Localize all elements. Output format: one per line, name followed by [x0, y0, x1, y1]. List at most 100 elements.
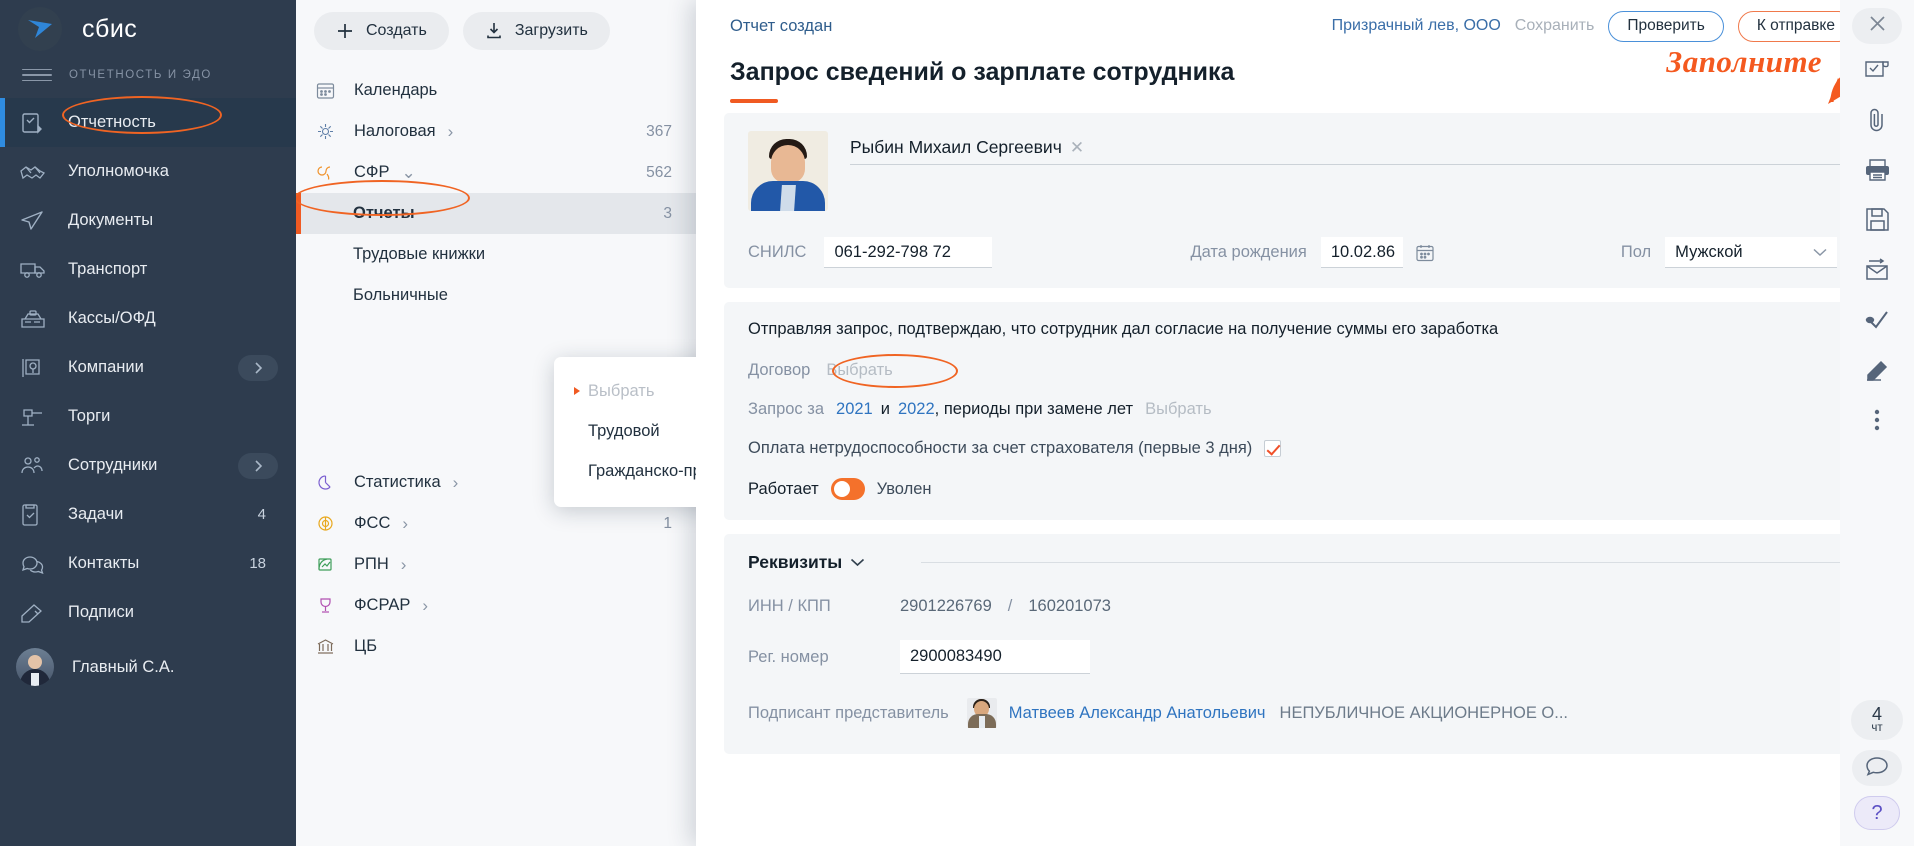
- calendar-icon: [316, 81, 342, 100]
- send-button[interactable]: К отправке: [1737, 10, 1854, 42]
- gavel-icon: [20, 407, 54, 427]
- more-button[interactable]: [1855, 400, 1899, 444]
- sidebar-item-otchetnost[interactable]: Отчетность: [0, 98, 296, 147]
- sickpay-checkbox[interactable]: [1264, 440, 1282, 457]
- sidebar-item-label: Отчетность: [68, 113, 156, 131]
- sidebar-item-zadachi[interactable]: Задачи 4: [0, 490, 296, 539]
- sidebar-item-kontakty[interactable]: Контакты 18: [0, 539, 296, 588]
- employee-card: Рыбин Михаил Сергеевич ✕ СНИЛС 061-292-7…: [724, 113, 1886, 288]
- nav-item-fsrar[interactable]: ФСРАР ›: [296, 585, 696, 626]
- approve-button[interactable]: [1855, 300, 1899, 344]
- nav-subitem-label: Отчеты: [353, 204, 415, 222]
- nav-toolbar: Создать Загрузить: [296, 0, 696, 50]
- download-icon: [485, 22, 503, 40]
- birthdate-label: Дата рождения: [1190, 243, 1307, 261]
- sidebar-subtitle: ОТЧЕТНОСТЬ И ЭДО: [69, 69, 212, 81]
- report-button[interactable]: [1855, 50, 1899, 94]
- popup-placeholder[interactable]: Выбрать: [554, 371, 696, 411]
- sidebar-item-label: Подписи: [68, 603, 134, 621]
- tax-icon: [316, 122, 342, 141]
- kpp-value[interactable]: 160201073: [1028, 597, 1111, 616]
- nav-subitem-trudovye-knizhki[interactable]: Трудовые книжки: [296, 234, 696, 275]
- close-icon[interactable]: ✕: [1070, 138, 1084, 158]
- year-2[interactable]: 2022: [898, 400, 935, 419]
- periods-select-link[interactable]: Выбрать: [1145, 400, 1211, 419]
- popup-option-trudovoy[interactable]: Трудовой: [554, 411, 696, 451]
- edit-button[interactable]: [1855, 350, 1899, 394]
- signer-name-link[interactable]: Матвеев Александр Анатольевич: [1009, 704, 1266, 723]
- save-button[interactable]: [1855, 200, 1899, 244]
- attach-button[interactable]: [1855, 100, 1899, 144]
- brand[interactable]: сбис: [0, 0, 296, 58]
- sidebar-item-transport[interactable]: Транспорт: [0, 245, 296, 294]
- close-button[interactable]: [1852, 8, 1902, 44]
- requisites-divider: [921, 562, 1858, 563]
- sidebar-user[interactable]: Главный С.А.: [0, 639, 296, 695]
- nav-item-nalogovaya[interactable]: Налоговая › 367: [296, 111, 696, 152]
- chevron-right-icon[interactable]: ›: [448, 123, 454, 140]
- chevron-down-icon[interactable]: [850, 554, 865, 572]
- popup-option-grazhdansko-pravovoy[interactable]: Гражданско-правовой: [554, 451, 696, 491]
- chevron-right-icon[interactable]: [238, 452, 278, 479]
- nav-item-label: Календарь: [354, 81, 438, 99]
- sidebar-item-upolnomochka[interactable]: Уполномочка: [0, 147, 296, 196]
- print-button[interactable]: [1855, 150, 1899, 194]
- chat-count-button[interactable]: 4 чт: [1851, 700, 1903, 740]
- consent-text: Отправляя запрос, подтверждаю, что сотру…: [748, 320, 1499, 338]
- sidebar-item-label: Торги: [68, 407, 111, 425]
- organization-link[interactable]: Призрачный лев, ООО: [1332, 17, 1501, 35]
- sidebar-item-label: Транспорт: [68, 260, 148, 278]
- requisites-header[interactable]: Реквизиты: [748, 552, 1862, 573]
- save-link[interactable]: Сохранить: [1515, 17, 1595, 35]
- check-button[interactable]: Проверить: [1608, 10, 1724, 42]
- nav-item-label: ФСС: [354, 514, 391, 532]
- main-sidebar: сбис ОТЧЕТНОСТЬ И ЭДО Отчетность Уполном…: [0, 0, 296, 846]
- employee-fields-row: СНИЛС 061-292-798 72 Дата рождения 10.02…: [748, 237, 1862, 268]
- nav-subitem-bolnichnye[interactable]: Больничные: [296, 275, 696, 316]
- chevron-right-icon[interactable]: ›: [401, 556, 407, 573]
- calendar-icon[interactable]: [1415, 243, 1435, 263]
- gender-label: Пол: [1620, 243, 1652, 261]
- signer-row: Подписант представитель Матвеев Александ…: [748, 698, 1862, 728]
- sidebar-item-dokumenty[interactable]: Документы: [0, 196, 296, 245]
- sidebar-item-sotrudniki[interactable]: Сотрудники: [0, 441, 296, 490]
- employment-status-row: Работает Уволен: [748, 478, 1862, 500]
- gender-select[interactable]: Мужской: [1665, 237, 1838, 268]
- year-1[interactable]: 2021: [836, 400, 873, 419]
- sidebar-item-podpisi[interactable]: Подписи: [0, 588, 296, 637]
- snils-input[interactable]: 061-292-798 72: [824, 237, 993, 268]
- sidebar-item-torgi[interactable]: Торги: [0, 392, 296, 441]
- contract-select-link[interactable]: Выбрать: [826, 361, 892, 380]
- nav-item-calendar[interactable]: Календарь: [296, 70, 696, 111]
- chevron-right-icon[interactable]: ›: [453, 474, 459, 491]
- report-modal: Отчет создан Призрачный лев, ООО Сохрани…: [696, 0, 1914, 846]
- sidebar-item-kassy-ofd[interactable]: Кассы/ОФД: [0, 294, 296, 343]
- signer-organization: НЕПУБЛИЧНОЕ АКЦИОНЕРНОЕ О...: [1279, 703, 1569, 722]
- inn-value[interactable]: 2901226769: [900, 597, 992, 616]
- employee-name-input[interactable]: Рыбин Михаил Сергеевич ✕: [850, 131, 1862, 165]
- chevron-right-icon[interactable]: [238, 354, 278, 381]
- create-button[interactable]: Создать: [314, 12, 449, 50]
- employment-status-toggle[interactable]: [830, 478, 865, 500]
- sidebar-subtitle-row[interactable]: ОТЧЕТНОСТЬ И ЭДО: [0, 58, 296, 92]
- birthdate-input[interactable]: 10.02.86: [1320, 237, 1403, 268]
- menu-icon[interactable]: [22, 65, 52, 86]
- send-button[interactable]: [1855, 250, 1899, 294]
- chat-button[interactable]: [1852, 750, 1902, 786]
- nav-item-rpn[interactable]: РПН ›: [296, 544, 696, 585]
- reg-number-input[interactable]: 2900083490: [900, 640, 1090, 674]
- sidebar-item-label: Документы: [68, 211, 154, 229]
- nav-item-fss[interactable]: ФСС › 1: [296, 503, 696, 544]
- chevron-down-icon[interactable]: ⌄: [401, 164, 415, 181]
- sidebar-item-kompanii[interactable]: Компании: [0, 343, 296, 392]
- company-icon: [20, 357, 54, 379]
- nav-item-cb[interactable]: ЦБ: [296, 626, 696, 667]
- nav-subitem-otchety[interactable]: Отчеты 3: [296, 193, 696, 234]
- help-button[interactable]: ?: [1854, 796, 1900, 830]
- upload-button[interactable]: Загрузить: [462, 12, 610, 50]
- nav-item-sfr[interactable]: СФР ⌄ 562: [296, 152, 696, 193]
- nav-item-label: ЦБ: [354, 637, 378, 655]
- employee-row: Рыбин Михаил Сергеевич ✕: [748, 131, 1862, 211]
- chevron-right-icon[interactable]: ›: [422, 597, 428, 614]
- chevron-right-icon[interactable]: ›: [402, 515, 408, 532]
